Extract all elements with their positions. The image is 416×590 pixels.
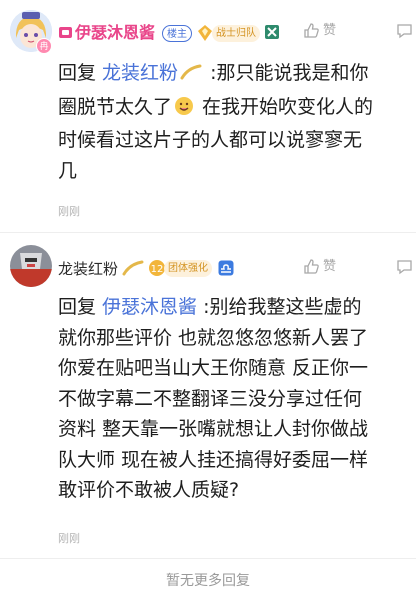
reply-prefix: 回复	[58, 62, 103, 84]
level-badge: 冉	[36, 38, 52, 54]
reply-item-2: 龙装红粉 12 团体强化 赞 回复 伊瑟沐恩酱 :别给我整这些虚的 就你那些评价…	[0, 233, 416, 553]
divider	[0, 558, 416, 559]
group-badge: 战士归队	[212, 25, 260, 42]
reply-prefix: 回复	[58, 296, 103, 318]
reply-body: 回复 龙装红粉 :那只能说我是和你 圈脱节太久了 在我开始吹变化人的 时候看过这…	[58, 58, 414, 186]
host-badge: 楼主	[162, 25, 192, 42]
no-more-replies: 暂无更多回复	[166, 573, 250, 589]
app-badge-icon	[264, 24, 280, 44]
mention-link[interactable]: 龙装红粉	[102, 62, 178, 84]
zodiac-libra-icon	[218, 260, 234, 280]
like-label[interactable]: 赞	[323, 257, 336, 277]
group-badge: 团体强化	[164, 260, 212, 277]
like-thumb-icon[interactable]	[303, 22, 320, 43]
sign-icon	[122, 260, 144, 282]
emoji-icon	[174, 95, 194, 126]
username[interactable]: 龙装红粉	[58, 259, 118, 279]
like-thumb-icon[interactable]	[303, 258, 320, 279]
avatar[interactable]	[10, 245, 52, 287]
reply-text: :别给我整这些虚的 就你那些评价 也就忽悠忽悠新人罢了 你爱在贴吧当山大王你随意…	[58, 296, 369, 501]
comment-icon[interactable]	[396, 22, 413, 43]
like-label[interactable]: 赞	[323, 21, 336, 41]
timestamp: 刚刚	[58, 532, 80, 545]
member-icon	[58, 25, 73, 44]
username[interactable]: 伊瑟沐恩酱	[75, 23, 155, 43]
mention-link[interactable]: 伊瑟沐恩酱	[102, 296, 197, 318]
reply-body: 回复 伊瑟沐恩酱 :别给我整这些虚的 就你那些评价 也就忽悠忽悠新人罢了 你爱在…	[58, 292, 414, 506]
robot-avatar-image	[10, 245, 52, 287]
svg-text:12: 12	[151, 264, 164, 275]
comment-icon[interactable]	[396, 258, 413, 279]
timestamp: 刚刚	[58, 205, 80, 218]
reply-item-1: 冉 伊瑟沐恩酱 楼主 战士归队 赞 回复 龙装红粉 :那只能说我是和你 圈脱节太…	[0, 0, 416, 232]
sign-icon	[180, 61, 202, 92]
